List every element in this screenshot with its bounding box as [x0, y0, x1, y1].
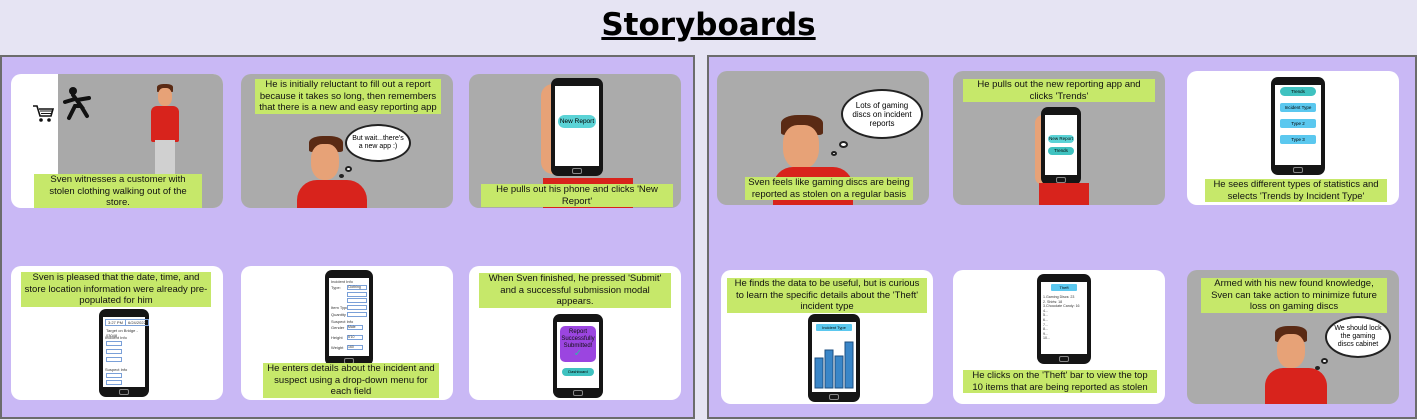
phone: Trends Incident Type Type 2 Type 3 [1271, 77, 1325, 175]
incident-type-button[interactable]: Incident Type [1280, 103, 1316, 112]
theft-header: Theft [1051, 284, 1077, 291]
panel-theft-list: Theft 1.Gaming Discs: 23 2. Shirts: 18 3… [953, 270, 1165, 404]
panel-new-report: New Report He pulls out his phone and cl… [469, 74, 681, 208]
panel-reluctant: He is initially reluctant to fill out a … [241, 74, 453, 208]
panel-caption: Sven is pleased that the date, time, and… [21, 272, 211, 307]
panel-gaming-discs: Lots of gaming discs on incident reports… [717, 71, 929, 205]
panel-incident-chart: He finds the data to be useful, but is c… [721, 270, 933, 404]
panel-caption: He pulls out the new reporting app and c… [963, 79, 1155, 102]
incident-type-header: Incident Type [816, 324, 852, 331]
panel-caption: He is initially reluctant to fill out a … [255, 79, 441, 114]
panel-stolen-clothing: Sven witnesses a customer with stolen cl… [11, 74, 223, 208]
trends-button[interactable]: Trends [1048, 147, 1074, 155]
shopping-cart-icon [33, 105, 55, 122]
panel-caption: He clicks on the 'Theft' bar to view the… [963, 370, 1157, 393]
sven-figure [145, 84, 185, 184]
page-title: Storyboards [601, 7, 816, 43]
thought-bubble: We should lock the gaming discs cabinet [1325, 316, 1391, 358]
phone: Incident Type [808, 314, 860, 402]
panel-caption: Sven feels like gaming discs are being r… [745, 177, 913, 200]
panel-lock-cabinet: Armed with his new found knowledge, Sven… [1187, 270, 1399, 404]
panel-prepopulated: Sven is pleased that the date, time, and… [11, 266, 223, 400]
thief-figure [63, 86, 93, 126]
success-modal: Report Successfully Submitted! ✓ [560, 326, 596, 362]
thought-bubble: But wait...there's a new app :) [345, 124, 411, 162]
panel-caption: Sven witnesses a customer with stolen cl… [34, 174, 202, 208]
phone: 3:27 PM 6/24/2022 Target on Bridge - 030… [99, 309, 149, 397]
storyboard-2: Lots of gaming discs on incident reports… [707, 55, 1417, 419]
sven-head [1265, 326, 1327, 404]
new-report-button[interactable]: New Report [558, 115, 596, 128]
checkmark-icon: ✓ [573, 348, 583, 359]
panel-caption: He finds the data to be useful, but is c… [727, 278, 927, 313]
panel-caption: Armed with his new found knowledge, Sven… [1201, 278, 1387, 313]
phone: Theft 1.Gaming Discs: 23 2. Shirts: 18 3… [1037, 274, 1091, 364]
type-2-button[interactable]: Type 2 [1280, 119, 1316, 128]
storyboard-1: Sven witnesses a customer with stolen cl… [0, 55, 695, 419]
panel-caption: He sees different types of statistics an… [1205, 179, 1387, 202]
thought-bubble: Lots of gaming discs on incident reports [841, 89, 923, 139]
panel-submitted: When Sven finished, he pressed 'Submit' … [469, 266, 681, 400]
panel-caption: When Sven finished, he pressed 'Submit' … [479, 273, 671, 308]
theft-list: 1.Gaming Discs: 23 2. Shirts: 18 3.Choco… [1043, 295, 1080, 341]
trends-tab[interactable]: Trends [1280, 87, 1316, 96]
panel-trends: He pulls out the new reporting app and c… [953, 71, 1165, 205]
new-report-button[interactable]: New Report [1048, 135, 1074, 143]
phone: New Report [551, 78, 603, 176]
panel-enter-details: Incident Info Type: Clothing Item Type Q… [241, 266, 453, 400]
phone: New Report Trends [1041, 107, 1081, 185]
panel-caption: He pulls out his phone and clicks 'New R… [481, 184, 673, 207]
type-3-button[interactable]: Type 3 [1280, 135, 1316, 144]
phone: Incident Info Type: Clothing Item Type Q… [325, 270, 373, 366]
incident-bar-chart [814, 341, 854, 389]
panel-statistics: Trends Incident Type Type 2 Type 3 He se… [1187, 71, 1399, 205]
panel-caption: He enters details about the incident and… [263, 363, 439, 398]
phone: Report Successfully Submitted! ✓ Dashboa… [553, 314, 603, 398]
dashboard-button[interactable]: Dashboard [562, 368, 594, 376]
